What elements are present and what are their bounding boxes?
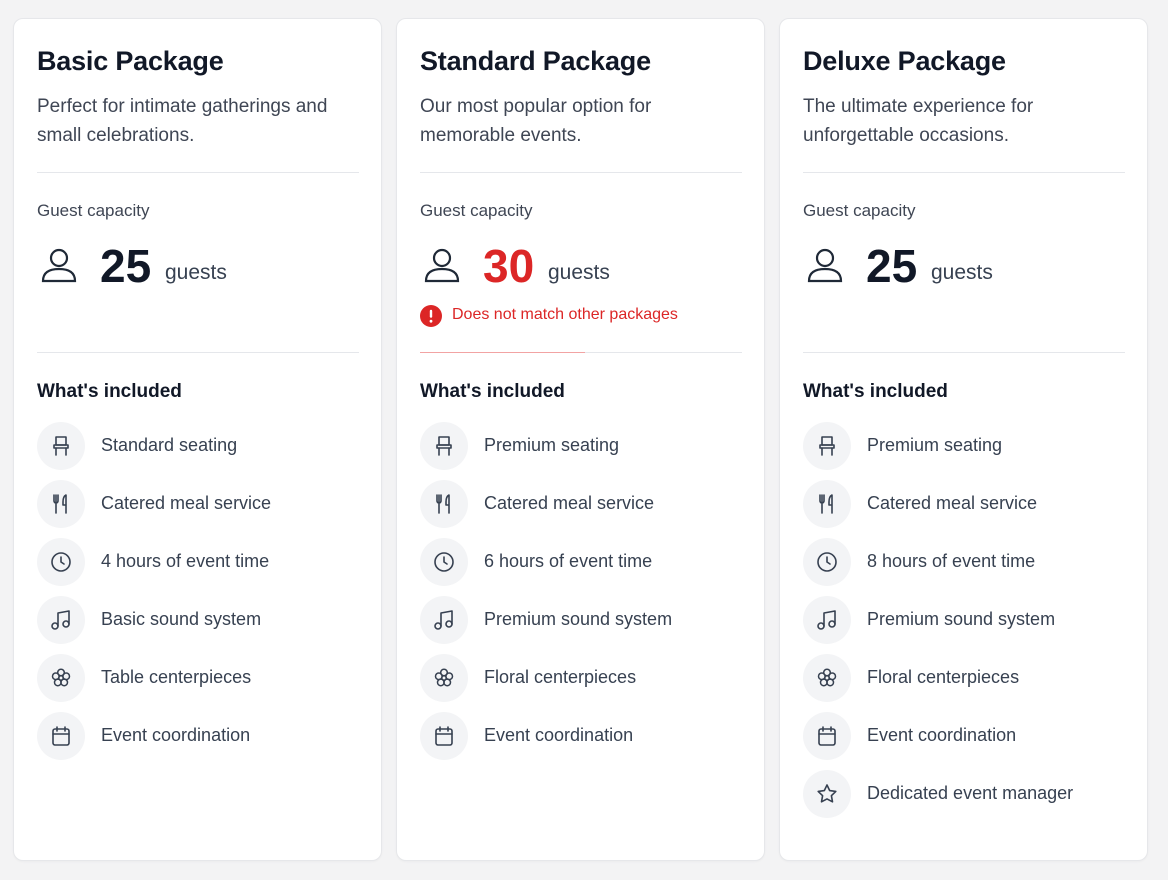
warning-text: Does not match other packages bbox=[452, 306, 678, 323]
item-label: 6 hours of event time bbox=[484, 551, 653, 571]
divider bbox=[803, 172, 1125, 173]
clock-icon bbox=[37, 538, 85, 586]
clock-icon bbox=[420, 538, 468, 586]
divider bbox=[420, 172, 742, 173]
person-icon bbox=[807, 248, 843, 283]
alert-icon bbox=[420, 305, 442, 327]
calendar-icon bbox=[420, 712, 468, 760]
package-title: Standard Package bbox=[420, 46, 651, 76]
item-label: Catered meal service bbox=[484, 493, 655, 513]
flower-icon bbox=[803, 654, 851, 702]
item-label: Dedicated event manager bbox=[867, 783, 1074, 803]
list-item: Catered meal service bbox=[37, 480, 357, 528]
capacity-warning: Does not match other packages bbox=[420, 304, 740, 328]
music-icon bbox=[803, 596, 851, 644]
list-item: Table centerpieces bbox=[37, 654, 357, 702]
list-item: Standard seating bbox=[37, 422, 357, 470]
package-card-basic: Basic Package Perfect for intimate gathe… bbox=[13, 18, 382, 861]
star-icon bbox=[803, 770, 851, 818]
chair-icon bbox=[803, 422, 851, 470]
package-description: Our most popular option for memorable ev… bbox=[420, 96, 652, 146]
list-item: Floral centerpieces bbox=[420, 654, 740, 702]
included-heading: What's included bbox=[803, 381, 948, 402]
item-label: Premium seating bbox=[867, 435, 1003, 455]
capacity-label: Guest capacity bbox=[803, 201, 916, 220]
list-item: Basic sound system bbox=[37, 596, 357, 644]
capacity-value: 25 bbox=[100, 240, 152, 292]
list-item: Premium sound system bbox=[420, 596, 740, 644]
utensils-icon bbox=[420, 480, 468, 528]
package-description: Perfect for intimate gatherings and smal… bbox=[37, 96, 328, 146]
calendar-icon bbox=[803, 712, 851, 760]
person-icon bbox=[424, 248, 460, 283]
list-item: Premium seating bbox=[420, 422, 740, 470]
capacity-value: 25 bbox=[866, 240, 918, 292]
list-item: 6 hours of event time bbox=[420, 538, 740, 586]
item-label: 8 hours of event time bbox=[867, 551, 1036, 571]
chair-icon bbox=[420, 422, 468, 470]
included-heading: What's included bbox=[37, 381, 182, 402]
item-label: Event coordination bbox=[101, 725, 251, 745]
flower-icon bbox=[37, 654, 85, 702]
item-label: Premium sound system bbox=[484, 609, 673, 629]
package-card-standard: Standard Package Our most popular option… bbox=[396, 18, 765, 861]
list-item: Catered meal service bbox=[420, 480, 740, 528]
list-item: Event coordination bbox=[37, 712, 357, 760]
list-item: Event coordination bbox=[803, 712, 1123, 760]
list-item: Catered meal service bbox=[803, 480, 1123, 528]
person-icon bbox=[41, 248, 77, 283]
divider bbox=[803, 352, 1125, 353]
list-item: Floral centerpieces bbox=[803, 654, 1123, 702]
capacity-unit: guests bbox=[931, 261, 993, 284]
item-label: 4 hours of event time bbox=[101, 551, 270, 571]
list-item: Dedicated event manager bbox=[803, 770, 1123, 818]
included-heading: What's included bbox=[420, 381, 565, 402]
capacity-label: Guest capacity bbox=[37, 201, 150, 220]
capacity-row: 30 guests bbox=[420, 241, 720, 291]
divider bbox=[37, 352, 359, 353]
capacity-row: 25 guests bbox=[803, 241, 1103, 291]
utensils-icon bbox=[37, 480, 85, 528]
music-icon bbox=[37, 596, 85, 644]
package-card-deluxe: Deluxe Package The ultimate experience f… bbox=[779, 18, 1148, 861]
list-item: 4 hours of event time bbox=[37, 538, 357, 586]
item-label: Premium sound system bbox=[867, 609, 1056, 629]
capacity-unit: guests bbox=[165, 261, 227, 284]
chair-icon bbox=[37, 422, 85, 470]
item-label: Table centerpieces bbox=[101, 667, 252, 687]
divider bbox=[420, 352, 742, 353]
item-label: Event coordination bbox=[867, 725, 1017, 745]
list-item: Event coordination bbox=[420, 712, 740, 760]
package-title: Deluxe Package bbox=[803, 46, 1006, 76]
item-label: Basic sound system bbox=[101, 609, 262, 629]
calendar-icon bbox=[37, 712, 85, 760]
item-label: Premium seating bbox=[484, 435, 620, 455]
capacity-row: 25 guests bbox=[37, 241, 337, 291]
list-item: Premium sound system bbox=[803, 596, 1123, 644]
list-item: 8 hours of event time bbox=[803, 538, 1123, 586]
flower-icon bbox=[420, 654, 468, 702]
package-title: Basic Package bbox=[37, 46, 224, 76]
capacity-unit: guests bbox=[548, 261, 610, 284]
list-item: Premium seating bbox=[803, 422, 1123, 470]
divider bbox=[37, 172, 359, 173]
music-icon bbox=[420, 596, 468, 644]
package-description: The ultimate experience for unforgettabl… bbox=[803, 96, 1034, 146]
item-label: Catered meal service bbox=[101, 493, 272, 513]
capacity-value: 30 bbox=[483, 240, 535, 292]
item-label: Catered meal service bbox=[867, 493, 1038, 513]
capacity-label: Guest capacity bbox=[420, 201, 533, 220]
item-label: Standard seating bbox=[101, 435, 238, 455]
item-label: Event coordination bbox=[484, 725, 634, 745]
clock-icon bbox=[803, 538, 851, 586]
utensils-icon bbox=[803, 480, 851, 528]
package-comparison: Basic Package Perfect for intimate gathe… bbox=[0, 0, 1168, 880]
item-label: Floral centerpieces bbox=[484, 667, 637, 687]
item-label: Floral centerpieces bbox=[867, 667, 1020, 687]
